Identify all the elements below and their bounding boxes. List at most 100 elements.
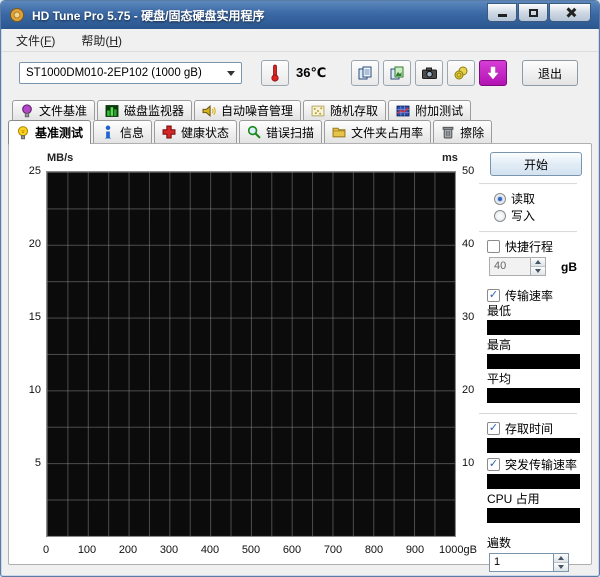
save-button[interactable] [447, 60, 475, 86]
tab-extra-tests[interactable]: 附加测试 [388, 100, 472, 120]
menu-file[interactable]: 文件(F) [16, 32, 55, 49]
menubar: 文件(F) 帮助(H) [2, 29, 598, 52]
minimize-icon [497, 14, 507, 17]
maximize-button[interactable] [518, 3, 548, 22]
tab-auto-acoustic[interactable]: 自动噪音管理 [194, 100, 302, 120]
transfer-label: 传输速率 [505, 289, 554, 303]
window-controls [487, 1, 591, 29]
coins-icon [454, 66, 468, 80]
separator [479, 183, 577, 185]
drive-selector-value: ST1000DM010-2EP102 (1000 gB) [26, 67, 202, 79]
screenshot-button[interactable] [415, 60, 443, 86]
transfer-checkbox-row[interactable]: ✓ 传输速率 [487, 287, 577, 304]
max-label: 最高 [487, 338, 512, 352]
drive-selector[interactable]: ST1000DM010-2EP102 (1000 gB) [19, 62, 242, 84]
burst-checkbox[interactable]: ✓ [487, 458, 500, 471]
separator [479, 413, 577, 415]
yellow-folder-icon [332, 125, 346, 139]
passes-label: 遍数 [487, 536, 512, 550]
burst-label: 突发传输速率 [505, 458, 578, 472]
tab-erase[interactable]: 擦除 [433, 120, 493, 143]
close-button[interactable] [549, 3, 591, 22]
access-value-box [487, 438, 580, 453]
download-icon [487, 66, 499, 80]
x-tick: 100 [77, 544, 97, 556]
x-tick: 600 [282, 544, 302, 556]
cpu-label: CPU 占用 [487, 492, 540, 506]
read-radio-label: 读取 [511, 192, 536, 206]
camera-icon [421, 67, 437, 79]
purple-bulb-icon [20, 103, 34, 118]
menu-help[interactable]: 帮助(H) [81, 32, 122, 49]
copy-text-button[interactable] [351, 60, 379, 86]
copy-image-button[interactable] [383, 60, 411, 86]
shortstroke-checkbox-row[interactable]: 快捷行程 [487, 238, 577, 255]
x-tick: 900 [405, 544, 425, 556]
write-radio-row[interactable]: 写入 [494, 207, 577, 224]
read-radio[interactable] [494, 192, 506, 205]
minimize-button[interactable] [487, 3, 517, 22]
passes-spinner[interactable]: 1 [489, 553, 569, 572]
spin-down-button[interactable] [531, 266, 545, 275]
cpu-value-box [487, 508, 580, 523]
x-tick: 800 [364, 544, 384, 556]
benchmark-panel: MB/s ms 25 20 15 10 5 50 40 30 20 10 0 1… [8, 143, 592, 572]
y-tick-left: 10 [28, 384, 41, 396]
x-tick: 0 [42, 544, 50, 556]
burst-value-box [487, 474, 580, 489]
titlebar: HD Tune Pro 5.75 - 硬盘/固态硬盘实用程序 [1, 1, 599, 29]
triangle-down-icon [558, 565, 564, 569]
shortstroke-unit: gB [561, 259, 577, 274]
y-tick-left: 5 [34, 457, 41, 469]
benchmark-controls: 开始 读取 写入 快捷行程 40 gB ✓ 传输速率 最低 最高 平均 ✓ 存取… [471, 152, 582, 576]
shortstroke-spinner[interactable]: 40 [489, 257, 546, 276]
passes-value[interactable]: 1 [489, 553, 553, 572]
copy-image-icon [390, 66, 404, 80]
triangle-up-icon [535, 260, 541, 264]
x-tick: 300 [159, 544, 179, 556]
tab-info[interactable]: 信息 [93, 120, 153, 143]
access-checkbox-row[interactable]: ✓ 存取时间 [487, 420, 577, 437]
tab-benchmark[interactable]: 基准测试 [8, 120, 92, 144]
tab-random-access[interactable]: 随机存取 [303, 100, 387, 120]
window-title: HD Tune Pro 5.75 - 硬盘/固态硬盘实用程序 [32, 8, 265, 23]
yellow-bulb-icon [16, 125, 30, 140]
app-icon [9, 7, 25, 23]
thermometer-icon [271, 64, 279, 82]
triangle-down-icon [535, 269, 541, 273]
spin-down-button[interactable] [554, 562, 568, 571]
access-checkbox[interactable]: ✓ [487, 422, 500, 435]
blue-info-icon [101, 125, 115, 139]
x-tick: 400 [200, 544, 220, 556]
maximize-icon [528, 8, 538, 17]
burst-checkbox-row[interactable]: ✓ 突发传输速率 [487, 456, 577, 473]
dotted-block-icon [311, 104, 325, 118]
start-button[interactable]: 开始 [490, 152, 582, 176]
close-icon [565, 7, 576, 18]
spin-up-button[interactable] [554, 554, 568, 562]
write-radio[interactable] [494, 209, 506, 222]
exit-button[interactable]: 退出 [522, 60, 578, 86]
max-value-box [487, 354, 580, 369]
read-radio-row[interactable]: 读取 [494, 190, 577, 207]
transfer-checkbox[interactable]: ✓ [487, 289, 500, 302]
spin-up-button[interactable] [531, 258, 545, 266]
temperature-button[interactable] [261, 60, 289, 86]
tab-row-secondary: 文件基准 磁盘监视器 自动噪音管理 随机存取 附加测试 [1, 100, 599, 120]
shortstroke-value[interactable]: 40 [489, 257, 530, 276]
min-label: 最低 [487, 304, 512, 318]
green-bars-icon [105, 104, 119, 118]
avg-value-box [487, 388, 580, 403]
y-tick-left: 25 [28, 165, 41, 177]
benchmark-chart-plot [46, 171, 456, 537]
download-button[interactable] [479, 60, 507, 86]
tab-file-benchmark[interactable]: 文件基准 [12, 100, 96, 120]
tab-disk-monitor[interactable]: 磁盘监视器 [97, 100, 193, 120]
shortstroke-checkbox[interactable] [487, 240, 500, 253]
tab-folder-usage[interactable]: 文件夹占用率 [324, 120, 432, 143]
tab-health[interactable]: 健康状态 [154, 120, 238, 143]
speaker-icon [202, 104, 216, 118]
y-tick-left: 15 [28, 311, 41, 323]
tab-error-scan[interactable]: 错误扫描 [239, 120, 323, 143]
temperature-value: 36℃ [296, 65, 327, 80]
